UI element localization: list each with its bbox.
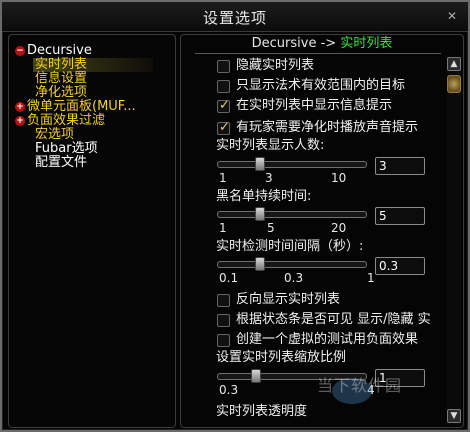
slider-tick: 1 [219,221,227,235]
slider-thumb[interactable] [255,157,265,171]
slider-tick: 1 [219,171,227,185]
scroll-down-icon[interactable]: ▼ [447,409,461,423]
slider-tick: 10 [331,171,347,185]
tree-item-debuff-filter[interactable]: + 负面效果过滤 [15,113,105,128]
slider-tick: 0.1 [219,271,239,285]
tree-item-profiles[interactable]: 配置文件 [35,155,87,170]
tree-item-micro-unit-frame[interactable]: + 微单元面板(MUF... [15,99,136,114]
slider-thumb[interactable] [251,369,261,383]
slider-interval[interactable] [217,257,367,271]
slider-tick: 0.3 [219,383,239,397]
slider-thumb[interactable] [255,257,265,271]
slider-tick: 0.3 [284,271,304,285]
close-icon[interactable]: ✕ [444,8,460,24]
window-title: 设置选项 [202,9,267,27]
count-input[interactable]: 3 [375,157,425,175]
tree-item-label: 微单元面板(MUF... [27,99,136,114]
option-label: 隐藏实时列表 [236,58,315,73]
settings-panel: Decursive -> 实时列表 ▲ ▼ 隐藏实时列表 只显示法术有效范围内的… [180,34,464,428]
header-prefix: Decursive -> [251,36,341,51]
title-bar: 设置选项 ✕ [2,2,468,32]
panel-header: Decursive -> 实时列表 [181,35,463,53]
header-current: 实时列表 [340,36,393,51]
option-label: 只显示法术有效范围内的目标 [236,78,406,93]
tree-item-decursive[interactable]: − Decursive [15,43,92,58]
option-label: 在实时列表中显示信息提示 [236,98,393,113]
watermark-text: 当下软件园 [317,376,403,395]
scrollbar-track[interactable] [447,57,461,425]
tree-item-label: 负面效果过滤 [27,113,106,128]
checkbox-status-bar-visibility[interactable] [217,314,230,327]
checkbox-play-sound[interactable] [217,120,230,135]
settings-window: 设置选项 ✕ − Decursive 实时列表 信息设置 净化选项 + 微单元面板(… [0,0,470,432]
tree-item-fubar-options[interactable]: Fubar选项 [35,141,98,156]
expand-icon[interactable]: + [15,116,25,126]
slider-tick: 5 [267,221,275,235]
slider-tick: 20 [331,221,347,235]
tree-item-info-settings[interactable]: 信息设置 [35,71,87,86]
tree-item-label: Decursive [27,43,92,58]
option-label: 有玩家需要净化时播放声音提示 [236,120,419,135]
scroll-up-icon[interactable]: ▲ [447,57,461,71]
tree-item-cure-options[interactable]: 净化选项 [35,85,87,100]
checkbox-hide-live-list[interactable] [217,60,230,73]
checkbox-test-debuff[interactable] [217,334,230,347]
slider-blacklist[interactable] [217,207,367,221]
slider-blacklist-label: 黑名单持续时间: [216,189,312,204]
scrollbar-thumb[interactable] [447,75,461,93]
checkbox-reverse-list[interactable] [217,294,230,307]
tree-item-macro-options[interactable]: 宏选项 [35,127,74,142]
option-label: 反向显示实时列表 [236,292,341,307]
slider-tick: 1 [367,271,375,285]
checkbox-only-in-range[interactable] [217,80,230,93]
slider-thumb[interactable] [255,207,265,221]
expand-icon[interactable]: + [15,102,25,112]
header-divider [195,53,441,54]
option-label: 创建一个虚拟的测试用负面效果 [236,332,419,347]
option-label: 根据状态条是否可见 显示/隐藏 实 [236,312,431,327]
interval-input[interactable]: 0.3 [375,257,425,275]
slider-tick: 3 [265,171,273,185]
slider-interval-label: 实时检测时间间隔（秒）: [216,239,364,254]
blacklist-input[interactable]: 5 [375,207,425,225]
options-tree: − Decursive 实时列表 信息设置 净化选项 + 微单元面板(MUF... … [8,34,176,428]
slider-count-label: 实时列表显示人数: [216,138,325,153]
slider-count[interactable] [217,157,367,171]
slider-opacity-label: 实时列表透明度 [216,404,308,419]
tree-item-live-list[interactable]: 实时列表 [35,57,87,72]
collapse-icon[interactable]: − [15,46,25,56]
checkbox-show-tooltip[interactable] [217,98,230,113]
slider-scale-label: 设置实时列表缩放比例 [216,350,347,365]
